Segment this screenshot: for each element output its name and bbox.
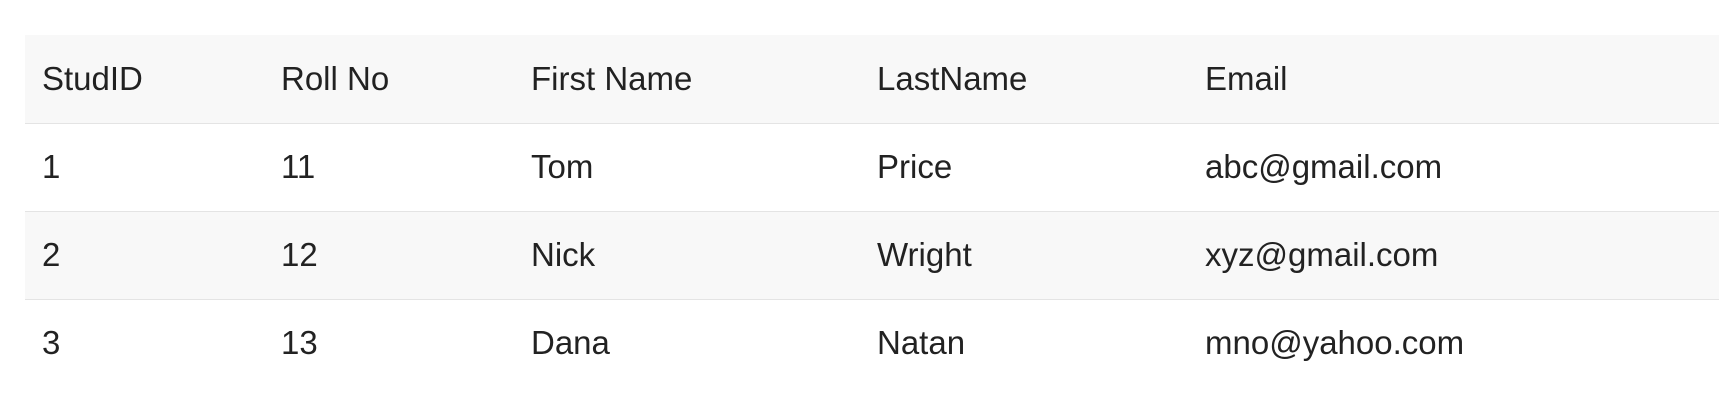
students-table-container: StudID Roll No First Name LastName Email…: [25, 35, 1719, 387]
cell-email: abc@gmail.com: [1205, 148, 1443, 185]
cell-first-name: Tom: [531, 148, 594, 185]
cell-last-name: Wright: [877, 236, 972, 273]
cell-roll-no: 11: [281, 148, 316, 185]
cell-studid: 3: [42, 324, 61, 362]
column-header-last-name: LastName: [877, 59, 1028, 97]
cell-last-name: Price: [877, 148, 953, 185]
column-header-studid: StudID: [42, 59, 143, 97]
cell-roll-no: 12: [281, 236, 318, 273]
header-row: StudID Roll No First Name LastName Email: [25, 35, 1719, 123]
table-row: 1 11 Tom Price abc@gmail.com: [25, 123, 1719, 211]
cell-studid: 2: [42, 236, 61, 273]
cell-first-name: Dana: [531, 324, 610, 362]
column-header-first-name: First Name: [531, 59, 693, 97]
cell-email: mno@yahoo.com: [1205, 324, 1465, 362]
cell-last-name: Natan: [877, 324, 966, 362]
table-row: 3 13 Dana Natan mno@yahoo.com: [25, 299, 1719, 387]
column-header-email: Email: [1205, 59, 1288, 97]
table-row: 2 12 Nick Wright xyz@gmail.com: [25, 211, 1719, 299]
cell-roll-no: 13: [281, 324, 318, 362]
cell-studid: 1: [42, 148, 61, 185]
column-header-roll-no: Roll No: [281, 59, 390, 97]
table-body: 1 11 Tom Price abc@gmail.com 2 12 Nick W…: [25, 123, 1719, 387]
students-table: StudID Roll No First Name LastName Email…: [25, 35, 1719, 387]
cell-first-name: Nick: [531, 236, 596, 273]
table-header: StudID Roll No First Name LastName Email: [25, 35, 1719, 123]
cell-email: xyz@gmail.com: [1205, 236, 1439, 273]
